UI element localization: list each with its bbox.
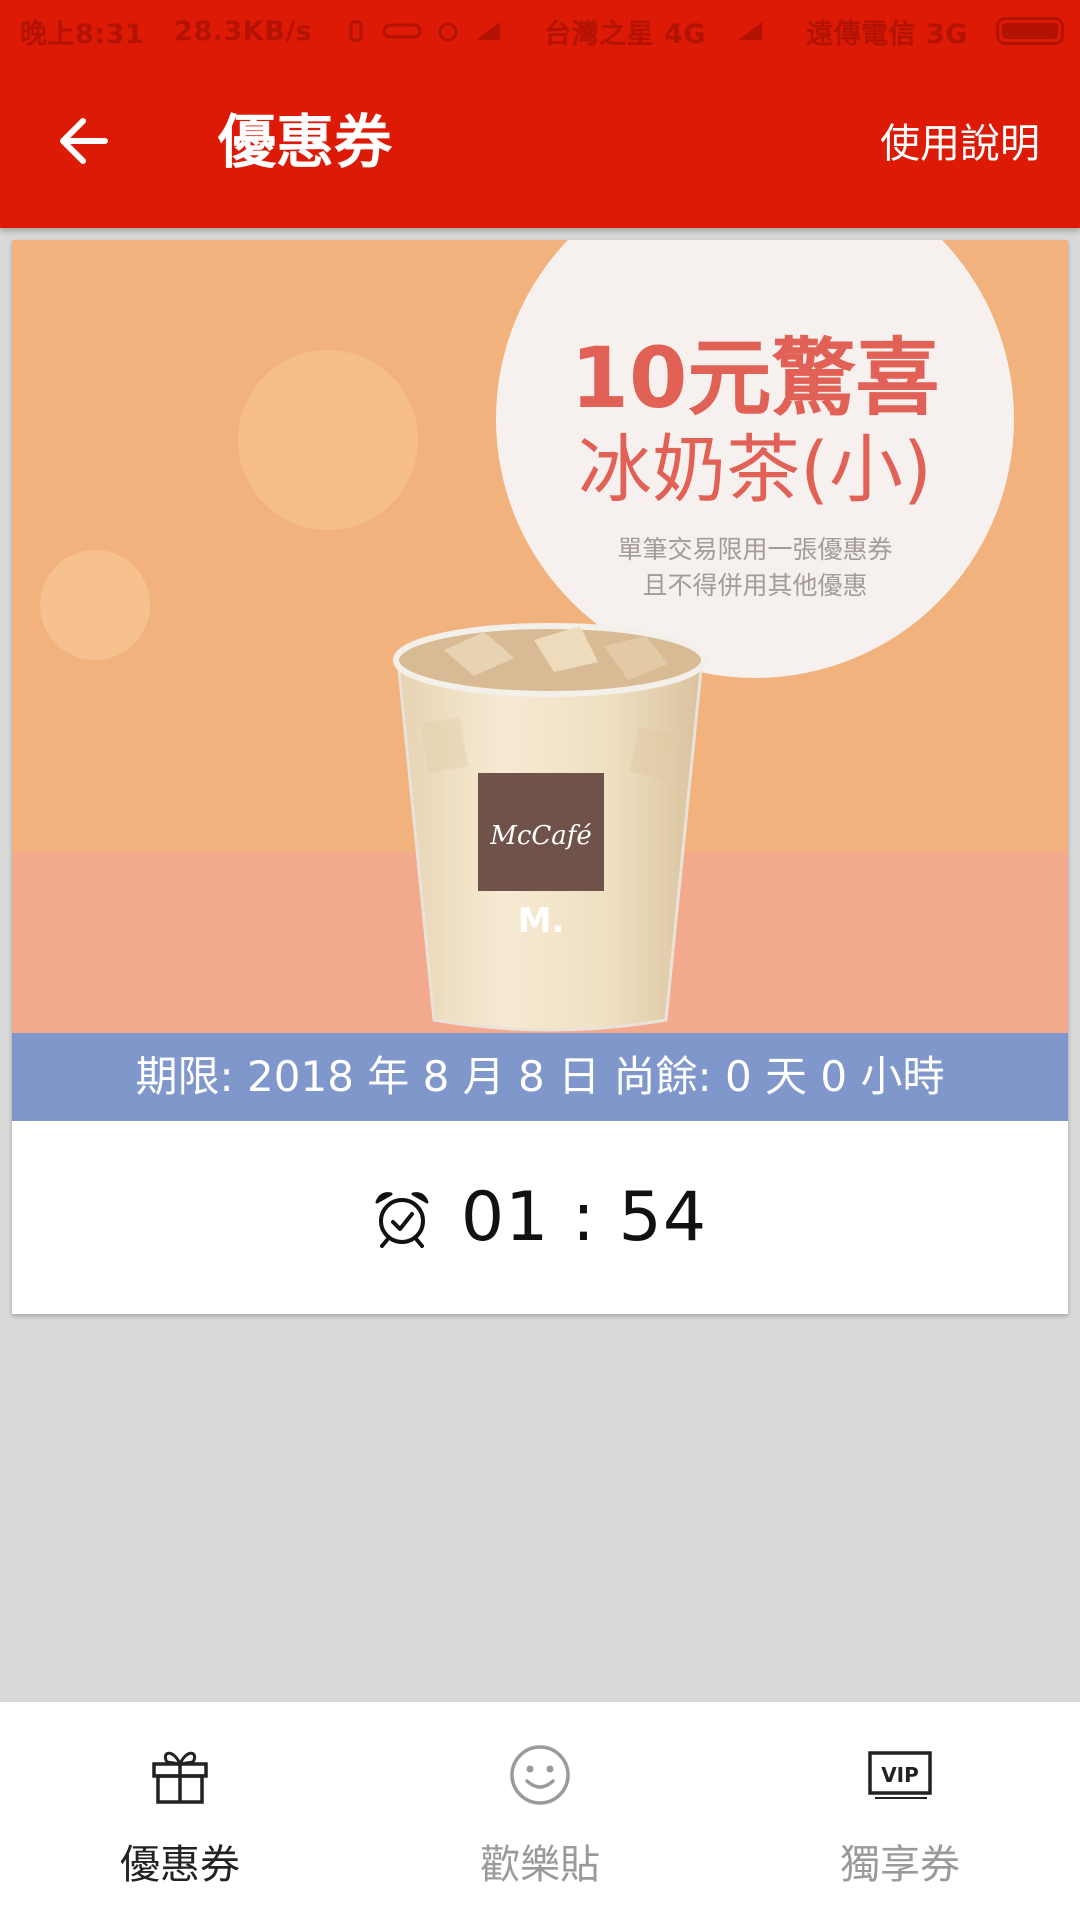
smiley-icon	[505, 1740, 575, 1810]
mcdonalds-logo: M.	[518, 901, 565, 941]
bottom-navigation: 優惠券 歡樂貼 VIP 獨享券	[0, 1702, 1080, 1920]
promo-terms-line: 單筆交易限用一張優惠券	[617, 535, 893, 564]
promo-product-name: 冰奶茶(小)	[578, 427, 932, 513]
vibrate-icon	[349, 20, 363, 42]
coupon-card[interactable]: 10元驚喜 冰奶茶(小) 單筆交易限用一張優惠券 且不得併用其他優惠 McCaf…	[12, 240, 1068, 1314]
vip-icon: VIP	[865, 1740, 935, 1810]
arrow-left-icon	[60, 118, 108, 164]
deadline-bar: 期限: 2018 年 8 月 8 日 尚餘: 0 天 0 小時	[12, 1033, 1068, 1121]
nav-label: 歡樂貼	[480, 1842, 600, 1888]
nav-label: 優惠券	[120, 1842, 240, 1888]
vip-label: VIP	[881, 1763, 919, 1787]
promo-terms: 單筆交易限用一張優惠券 且不得併用其他優惠	[496, 532, 1014, 604]
nav-label: 獨享券	[840, 1842, 960, 1888]
countdown-timer: 01 : 54	[12, 1121, 1068, 1314]
gift-icon	[145, 1740, 215, 1810]
decorative-circle	[40, 550, 150, 660]
status-carrier-1: 台灣之星 4G	[544, 18, 707, 50]
nav-tab-coupons[interactable]: 優惠券	[0, 1702, 360, 1920]
nav-tab-stickers[interactable]: 歡樂貼	[360, 1702, 720, 1920]
status-carrier-2: 遠傳電信 3G	[806, 18, 968, 50]
iced-milk-tea-cup-image: McCafé M.	[393, 623, 707, 1032]
battery-icon	[996, 17, 1064, 45]
usage-instructions-link[interactable]: 使用說明	[880, 116, 1040, 172]
decorative-circle	[238, 350, 418, 530]
coupon-image: 10元驚喜 冰奶茶(小) 單筆交易限用一張優惠券 且不得併用其他優惠 McCaf…	[12, 240, 1068, 1033]
nav-tab-exclusive[interactable]: VIP 獨享券	[720, 1702, 1080, 1920]
back-button[interactable]	[48, 106, 118, 176]
promo-terms-line: 且不得併用其他優惠	[642, 571, 868, 600]
status-time: 晚上8:31	[20, 18, 145, 50]
promo-headline: 10元驚喜	[570, 329, 940, 427]
status-bar: 晚上8:31 28.3KB/s 台灣之星 4G 遠傳電信 3G	[0, 0, 1080, 62]
status-icons	[342, 20, 514, 42]
app-screen: 晚上8:31 28.3KB/s 台灣之星 4G 遠傳電信 3G 優惠券 使用說明	[0, 0, 1080, 1920]
signal-icon	[738, 22, 763, 40]
app-bar: 優惠券 使用說明	[0, 62, 1080, 228]
status-icons-2	[736, 20, 776, 42]
page-title: 優惠券	[218, 108, 393, 176]
countdown-time: 01 : 54	[460, 1177, 708, 1257]
alarm-clock-icon	[375, 1191, 429, 1248]
signal-icon	[476, 22, 501, 40]
battery-saver-icon	[382, 23, 422, 39]
status-net-speed: 28.3KB/s	[174, 15, 313, 47]
cup-brand-label: McCafé	[489, 821, 592, 851]
alarm-status-icon	[438, 22, 458, 42]
